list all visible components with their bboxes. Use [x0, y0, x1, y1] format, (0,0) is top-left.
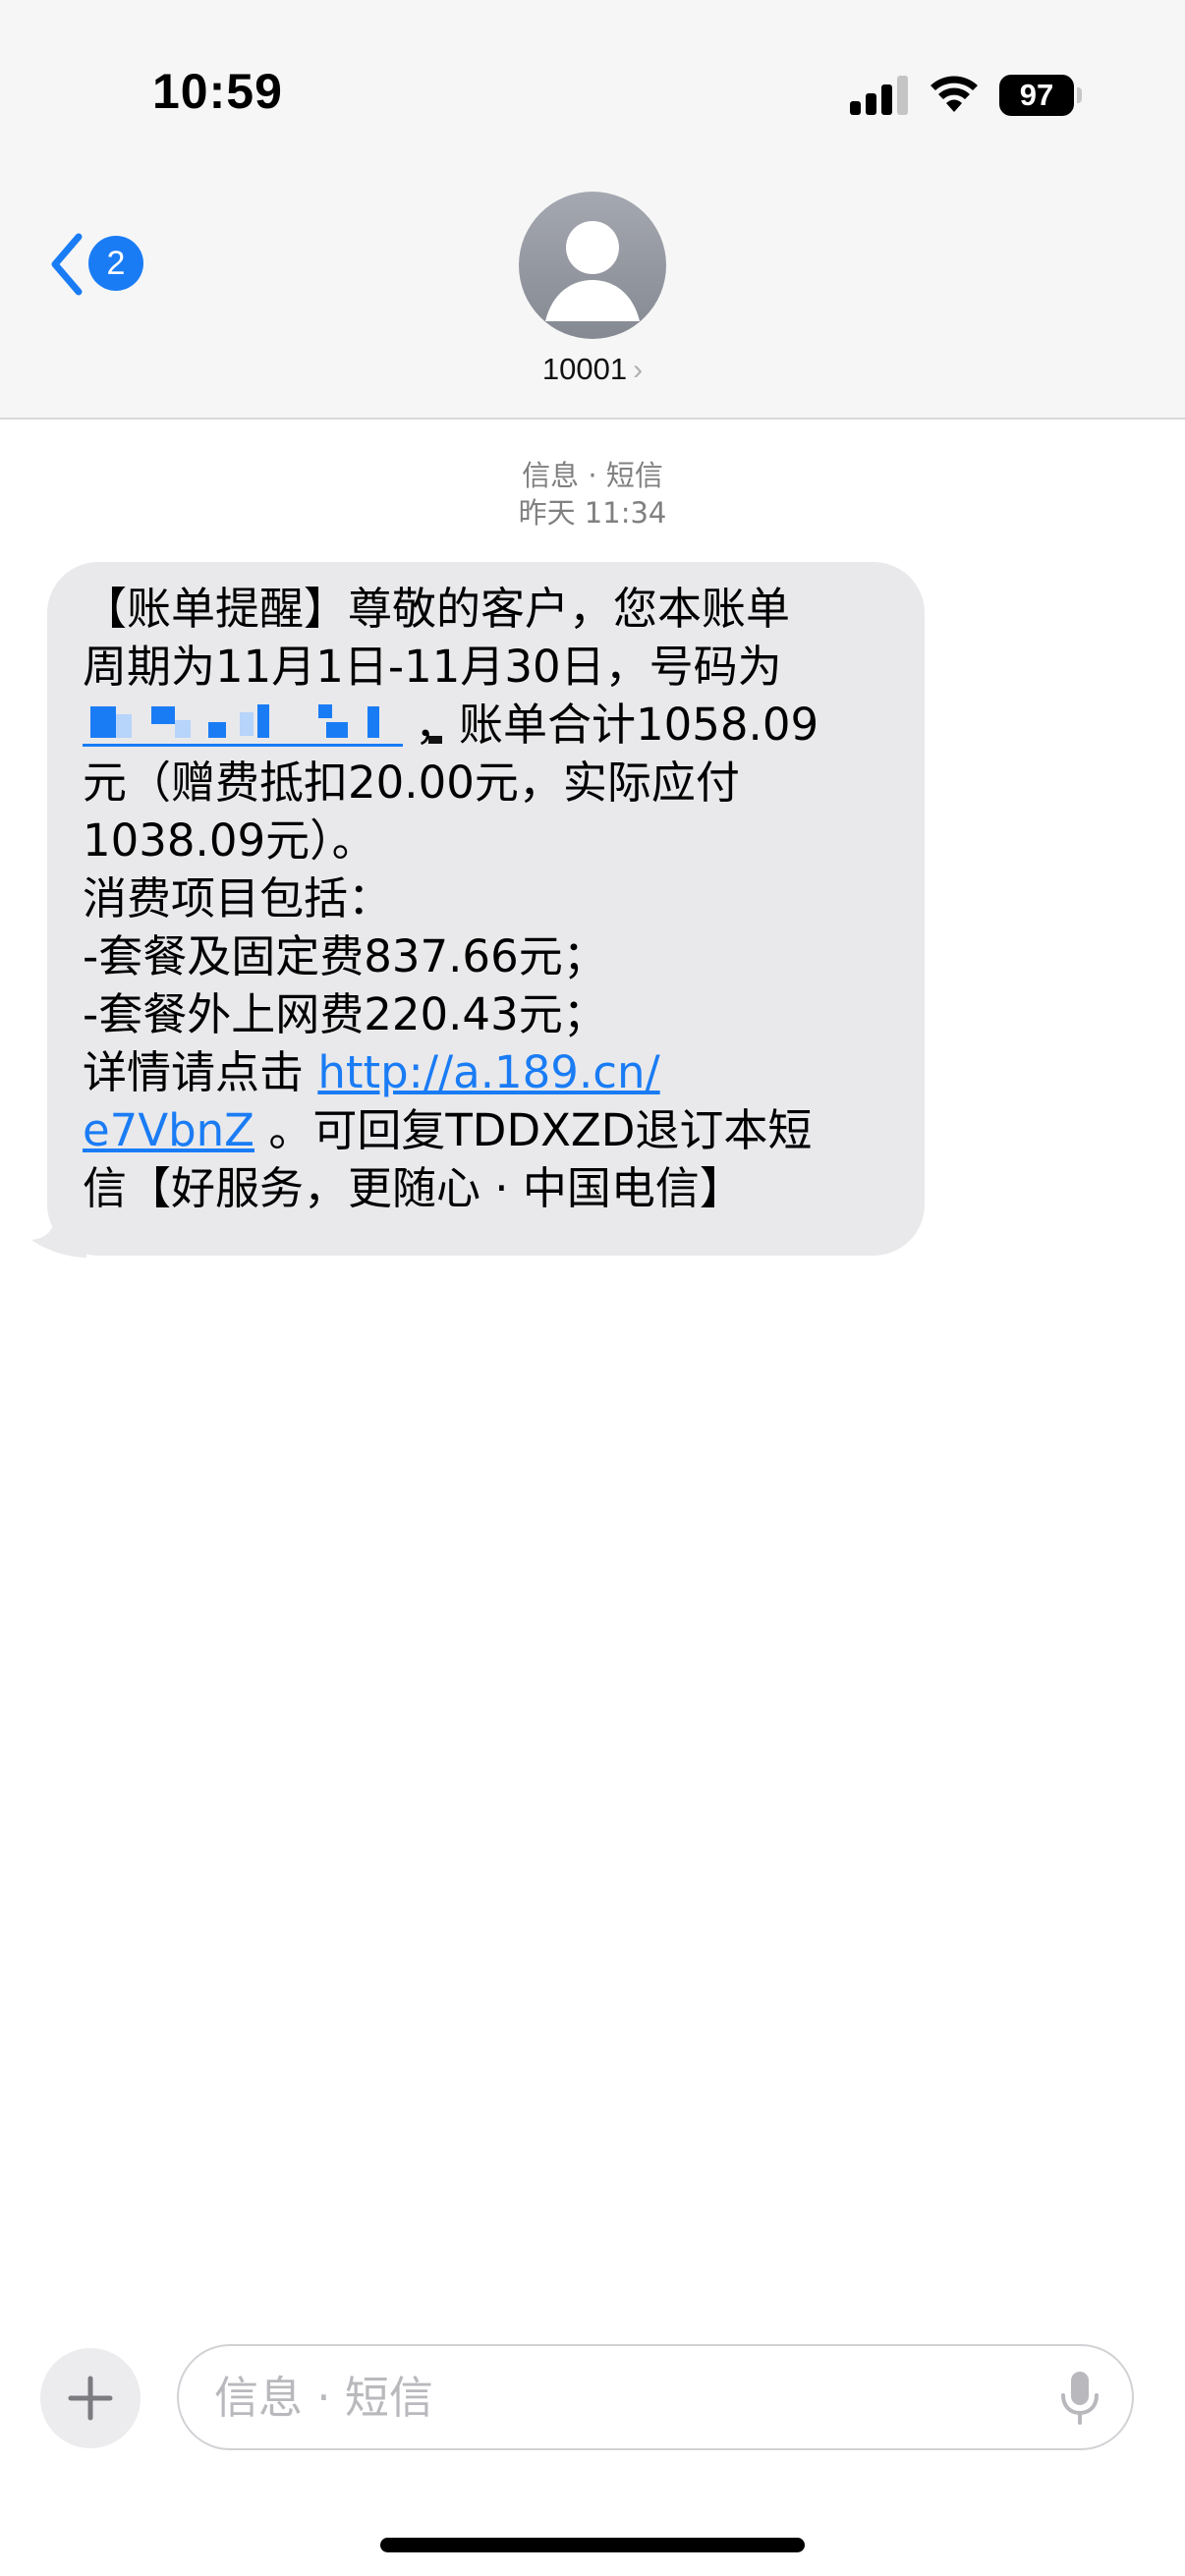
battery-cap	[1077, 87, 1082, 103]
status-bar: 10:59 97	[0, 0, 1185, 187]
cellular-signal-icon	[850, 76, 908, 115]
message-line: 消费项目包括：	[83, 872, 393, 924]
conversation-header: 2 10001 ›	[0, 187, 1185, 420]
status-time: 10:59	[152, 64, 283, 119]
message-line: 【账单提醒】尊敬的客户，您本账单	[83, 583, 791, 635]
message-line-text: 详情请点击	[83, 1046, 318, 1098]
message-text: 【账单提醒】尊敬的客户，您本账单 周期为11月1日-11月30日，号码为 ，账单…	[83, 580, 908, 1217]
details-link[interactable]: http://a.189.cn/	[317, 1046, 659, 1098]
battery-indicator: 97	[999, 75, 1082, 116]
contact-name-row[interactable]: 10001 ›	[0, 352, 1185, 387]
message-input[interactable]	[214, 2346, 1000, 2448]
person-icon	[545, 221, 640, 321]
wifi-icon	[931, 76, 978, 112]
back-button[interactable]: 2	[39, 221, 157, 309]
home-indicator[interactable]	[380, 2538, 805, 2552]
contact-name: 10001	[541, 352, 628, 386]
battery-level: 97	[999, 75, 1074, 116]
message-line: 周期为11月1日-11月30日，号码为	[83, 641, 782, 693]
message-line: ，账单合计1058.09	[83, 696, 908, 754]
chevron-left-icon	[51, 233, 83, 296]
message-line: -套餐及固定费837.66元；	[83, 930, 607, 982]
timestamp: 昨天 11:34	[518, 496, 667, 530]
unread-count-badge: 2	[88, 236, 143, 291]
details-link-continued[interactable]: e7VbnZ	[83, 1104, 254, 1156]
chevron-right-icon: ›	[633, 354, 644, 386]
message-timestamp: 信息 · 短信 昨天 11:34	[0, 457, 1185, 532]
service-label: 信息 · 短信	[522, 459, 663, 492]
contact-avatar[interactable]	[519, 192, 666, 339]
add-attachment-button[interactable]	[40, 2348, 141, 2448]
message-line: e7VbnZ 。可回复TDDXZD退订本短	[83, 1101, 908, 1159]
message-line: 详情请点击 http://a.189.cn/	[83, 1043, 908, 1101]
message-line-text: ，账单合计1058.09	[415, 699, 819, 751]
plus-icon	[68, 2376, 113, 2421]
message-line: 元（赠费抵扣20.00元，实际应付	[83, 756, 740, 809]
message-line-text: 。可回复TDDXZD退订本短	[254, 1104, 813, 1156]
message-line: -套餐外上网费220.43元；	[83, 988, 607, 1040]
redacted-phone-number	[83, 700, 442, 747]
message-line: 信【好服务，更随心 · 中国电信】	[83, 1162, 744, 1214]
message-input-field[interactable]	[177, 2344, 1134, 2450]
microphone-icon[interactable]	[1058, 2370, 1101, 2427]
message-line: 1038.09元）。	[83, 814, 376, 867]
